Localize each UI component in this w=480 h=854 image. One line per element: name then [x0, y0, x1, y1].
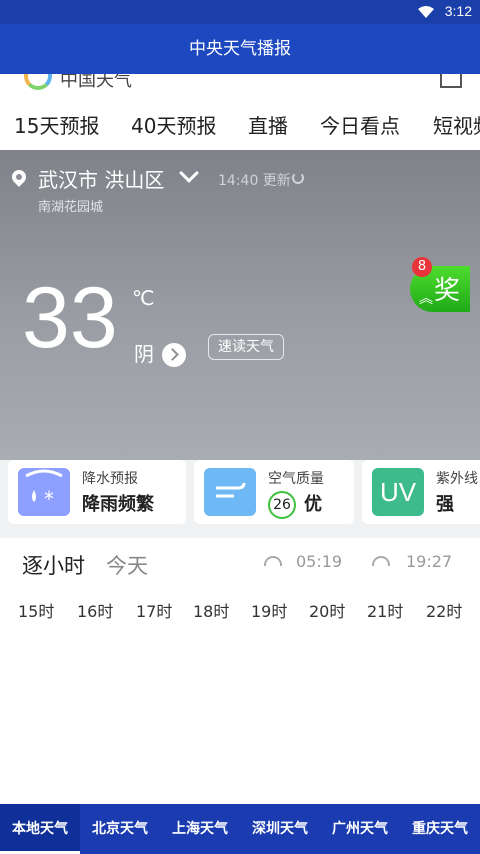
share-icon[interactable] — [440, 74, 462, 88]
brand-row: 中国天气 — [0, 74, 480, 94]
rain-snow-icon: * — [18, 468, 70, 516]
sub-location: 南湖花园城 — [38, 200, 104, 215]
hour-label: 21时 — [367, 602, 404, 621]
uv-card[interactable]: UV 紫外线 强 — [362, 460, 480, 524]
hour-label: 22时 — [426, 602, 463, 621]
aqi-level: 优 — [304, 494, 322, 515]
tab-40-day[interactable]: 40天预报 — [131, 110, 216, 139]
hour-label: 17时 — [136, 602, 173, 621]
refresh-icon[interactable] — [292, 172, 304, 184]
brand-name: 中国天气 — [60, 74, 132, 91]
location-name[interactable]: 武汉市 洪山区 — [38, 164, 164, 193]
air-quality-card[interactable]: 空气质量 26 优 — [194, 460, 354, 524]
city-tab-beijing[interactable]: 北京天气 — [80, 804, 160, 854]
card-value: 降雨频繁 — [82, 494, 154, 515]
sunrise-icon — [264, 556, 282, 566]
bottom-city-tabs: 本地天气 北京天气 上海天气 深圳天气 广州天气 重庆天气 — [0, 804, 480, 854]
card-value: 强 — [436, 494, 454, 515]
app-title: 中央天气播报 — [189, 39, 291, 59]
hourly-title: 逐小时 — [22, 554, 85, 578]
city-tab-local[interactable]: 本地天气 — [0, 804, 80, 854]
double-chevron-up-icon: ︽ — [419, 291, 433, 307]
card-title: 降水预报 — [82, 471, 138, 487]
quick-read-button[interactable]: 速读天气 — [208, 334, 284, 360]
card-title: 空气质量 — [268, 471, 324, 487]
city-tab-shanghai[interactable]: 上海天气 — [160, 804, 240, 854]
tab-15-day[interactable]: 15天预报 — [14, 110, 99, 139]
hourly-today-label: 今天 — [106, 554, 148, 578]
hour-label: 19时 — [251, 602, 288, 621]
hour-label: 20时 — [309, 602, 346, 621]
info-card-strip: * 降水预报 降雨频繁 空气质量 26 优 UV 紫外线 强 — [0, 460, 480, 538]
city-tab-shenzhen[interactable]: 深圳天气 — [240, 804, 320, 854]
temperature: 33 — [22, 270, 118, 366]
hour-label: 18时 — [193, 602, 230, 621]
aqi-number: 26 — [268, 491, 296, 519]
update-time: 14:40 更新 — [218, 173, 291, 189]
status-bar: 3:12 — [0, 0, 480, 24]
chevron-down-icon[interactable] — [179, 163, 199, 183]
city-tab-guangzhou[interactable]: 广州天气 — [320, 804, 400, 854]
hour-label: 16时 — [77, 602, 114, 621]
brand-logo-icon — [24, 74, 52, 90]
tab-highlights[interactable]: 今日看点 — [320, 110, 400, 139]
sunset-icon — [372, 556, 390, 566]
wifi-icon — [418, 6, 434, 18]
app-bar: 中央天气播报 — [0, 24, 480, 74]
reward-count-badge: 8 — [412, 257, 432, 277]
weather-condition: 阴 — [134, 342, 154, 366]
temperature-unit: ℃ — [132, 286, 155, 310]
status-time: 3:12 — [444, 3, 472, 19]
nav-tabs: 15天预报 40天预报 直播 今日看点 短视频 — [0, 94, 480, 150]
uv-icon: UV — [372, 468, 424, 516]
condition-detail-arrow-icon[interactable] — [162, 343, 186, 367]
city-tab-chongqing[interactable]: 重庆天气 — [400, 804, 480, 854]
tab-short-video[interactable]: 短视频 — [433, 110, 480, 139]
card-title: 紫外线 — [436, 471, 478, 487]
hour-label: 15时 — [18, 602, 55, 621]
wind-icon — [204, 468, 256, 516]
sunset-time: 19:27 — [406, 552, 453, 571]
precipitation-card[interactable]: * 降水预报 降雨频繁 — [8, 460, 186, 524]
card-value: 26 优 — [268, 490, 322, 519]
tab-live[interactable]: 直播 — [248, 110, 288, 139]
hourly-forecast: 逐小时 今天 05:19 19:27 15时 16时 17时 18时 19时 2… — [8, 538, 472, 634]
svg-text:*: * — [44, 487, 54, 511]
sunrise-time: 05:19 — [296, 552, 343, 571]
location-pin-icon — [9, 167, 29, 187]
reward-label: 奖 — [434, 276, 461, 306]
weather-hero: 武汉市 洪山区 14:40 更新 南湖花园城 33 ℃ 阴 速读天气 — [0, 150, 480, 460]
